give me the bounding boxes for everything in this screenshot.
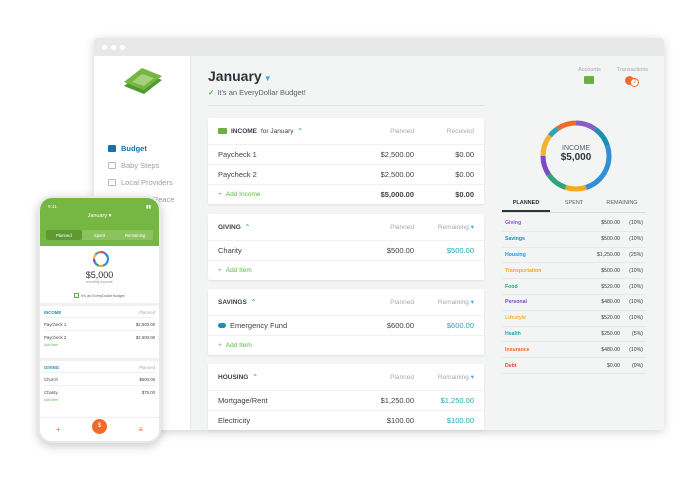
category-row[interactable]: Transportation $500.00 (10%): [502, 263, 646, 280]
transactions-icon: 2: [625, 76, 640, 87]
budget-row[interactable]: Emergency Fund $600.00 $600.00: [208, 315, 484, 335]
chevron-down-icon: ▾: [470, 299, 474, 306]
phone-tabs: Planned Spent Remaining: [46, 230, 153, 240]
plus-icon: +: [218, 267, 222, 274]
category-row[interactable]: Food $520.00 (10%): [502, 279, 646, 295]
month-selector[interactable]: January ▼: [208, 68, 272, 84]
phone-income-label: monthly income: [86, 280, 113, 284]
budget-status: ✓ It's an EveryDollar Budget!: [208, 88, 306, 97]
budget-row[interactable]: Electricity $100.00 $100.00: [208, 410, 484, 430]
category-row[interactable]: Insurance $480.00 (10%): [502, 342, 646, 359]
phone-tab-remaining[interactable]: Remaining: [117, 230, 153, 240]
category-row[interactable]: Giving $500.00 (10%): [502, 216, 646, 232]
summary-tabs: PLANNED SPENT REMAINING: [502, 200, 646, 213]
phone-tab-planned[interactable]: Planned: [46, 230, 82, 240]
housing-card: HOUSING ⌃ Planned Remaining ▾ Mortgage/Re…: [208, 364, 484, 430]
phone-bottom-bar: + $ ≡: [40, 417, 159, 441]
category-row[interactable]: Debt $0.00 (0%): [502, 358, 646, 374]
phone-income-group: INCOME Planned Paycheck 1 $2,500.00 Payche…: [44, 308, 155, 351]
phone-add-item-button[interactable]: Add Item: [44, 398, 155, 406]
category-row[interactable]: Health $250.00 (5%): [502, 327, 646, 343]
phone-tab-spent[interactable]: Spent: [82, 230, 118, 240]
check-icon: ✓: [208, 88, 215, 97]
card-header: GIVING ⌃ Planned Remaining ▾: [218, 223, 474, 232]
category-row[interactable]: Lifestyle $520.00 (10%): [502, 311, 646, 327]
chevron-up-icon[interactable]: ⌃: [245, 223, 250, 231]
budget-row[interactable]: Paycheck 2 $2,500.00 $0.00: [208, 164, 484, 184]
category-list: Giving $500.00 (10%) Savings $500.00 (10%) Hou…: [502, 216, 646, 374]
chevron-down-icon: ▼: [263, 74, 272, 83]
add-income-row: + Add Income $5,000.00 $0.00: [208, 184, 484, 204]
header-divider: [208, 105, 484, 106]
savings-card: SAVINGS ⌃ Planned Remaining ▾ Emergency F…: [208, 289, 484, 355]
phone-mockup: 9:41 ▮▮ January ▾ Planned Spent Remaining…: [38, 196, 161, 443]
add-item-button[interactable]: + Add Item: [208, 335, 484, 355]
plus-icon: +: [218, 342, 222, 349]
phone-budget-row[interactable]: Paycheck 1 $2,500.00: [44, 317, 155, 330]
tab-remaining[interactable]: REMAINING: [598, 200, 646, 212]
phone-divider: [40, 358, 159, 361]
add-income-button[interactable]: + Add Income: [218, 191, 334, 198]
card-header: SAVINGS ⌃ Planned Remaining ▾: [218, 298, 474, 307]
transactions-fab-button[interactable]: $: [92, 419, 107, 434]
giving-card: GIVING ⌃ Planned Remaining ▾ Charity $500.…: [208, 214, 484, 280]
accounts-button[interactable]: Accounts: [578, 67, 601, 86]
phone-donut-chart: [92, 250, 110, 268]
top-icons: Accounts Transactions 2: [578, 67, 648, 87]
chevron-down-icon: ▾: [470, 374, 474, 381]
check-icon: ✓: [74, 293, 80, 298]
chevron-up-icon[interactable]: ⌃: [298, 127, 303, 135]
income-icon: [218, 128, 227, 134]
budget-row[interactable]: Charity $500.00 $500.00: [208, 240, 484, 260]
transactions-badge: 2: [630, 78, 640, 87]
phone-budget-row[interactable]: Church $500.00: [44, 372, 155, 385]
chevron-up-icon[interactable]: ⌃: [252, 373, 257, 381]
phone-month-selector[interactable]: January ▾: [40, 213, 159, 219]
category-row[interactable]: Savings $500.00 (10%): [502, 232, 646, 248]
phone-add-item-button[interactable]: Add Item: [44, 343, 155, 351]
transactions-button[interactable]: Transactions 2: [617, 67, 648, 87]
fund-icon: [218, 323, 226, 328]
phone-budget-row[interactable]: Paycheck 2 $2,500.00: [44, 330, 155, 343]
chevron-down-icon: ▾: [470, 224, 474, 231]
menu-icon[interactable]: ≡: [138, 425, 143, 434]
category-row[interactable]: Personal $480.00 (10%): [502, 295, 646, 311]
phone-status-bar: 9:41 ▮▮: [48, 204, 151, 209]
phone-giving-group: GIVING Planned Church $500.00 Charity $75.0…: [44, 363, 155, 406]
income-card: INCOME for January ⌃ Planned Received Payc…: [208, 118, 484, 204]
bank-icon: [584, 76, 595, 84]
category-row[interactable]: Housing $1,250.00 (25%): [502, 248, 646, 264]
add-item-button[interactable]: + Add Item: [208, 260, 484, 280]
chevron-up-icon[interactable]: ⌃: [251, 298, 256, 306]
phone-divider: [40, 303, 159, 306]
phone-header: 9:41 ▮▮ January ▾ Planned Spent Remaining: [40, 198, 159, 246]
phone-budget-row[interactable]: Charity $75.00: [44, 385, 155, 398]
card-header: HOUSING ⌃ Planned Remaining ▾: [218, 373, 474, 382]
tab-spent[interactable]: SPENT: [550, 200, 598, 212]
battery-icon: ▮▮: [146, 204, 151, 209]
card-header: INCOME for January ⌃ Planned Received: [208, 118, 484, 144]
chevron-down-icon: ▾: [108, 213, 112, 219]
tab-planned[interactable]: PLANNED: [502, 200, 550, 212]
plus-icon[interactable]: +: [56, 425, 61, 434]
donut-label: INCOME $5,000: [560, 145, 592, 163]
phone-income-amount: $5,000: [85, 270, 114, 280]
main-content: January ▼ ✓ It's an EveryDollar Budget! Ac…: [94, 38, 664, 430]
budget-row[interactable]: Mortgage/Rent $1,250.00 $1,250.00: [208, 390, 484, 410]
plus-icon: +: [218, 191, 222, 198]
phone-budget-message: ✓ It's an EveryDollar budget: [74, 293, 125, 298]
budget-row[interactable]: Paycheck 1 $2,500.00 $0.00: [208, 144, 484, 164]
